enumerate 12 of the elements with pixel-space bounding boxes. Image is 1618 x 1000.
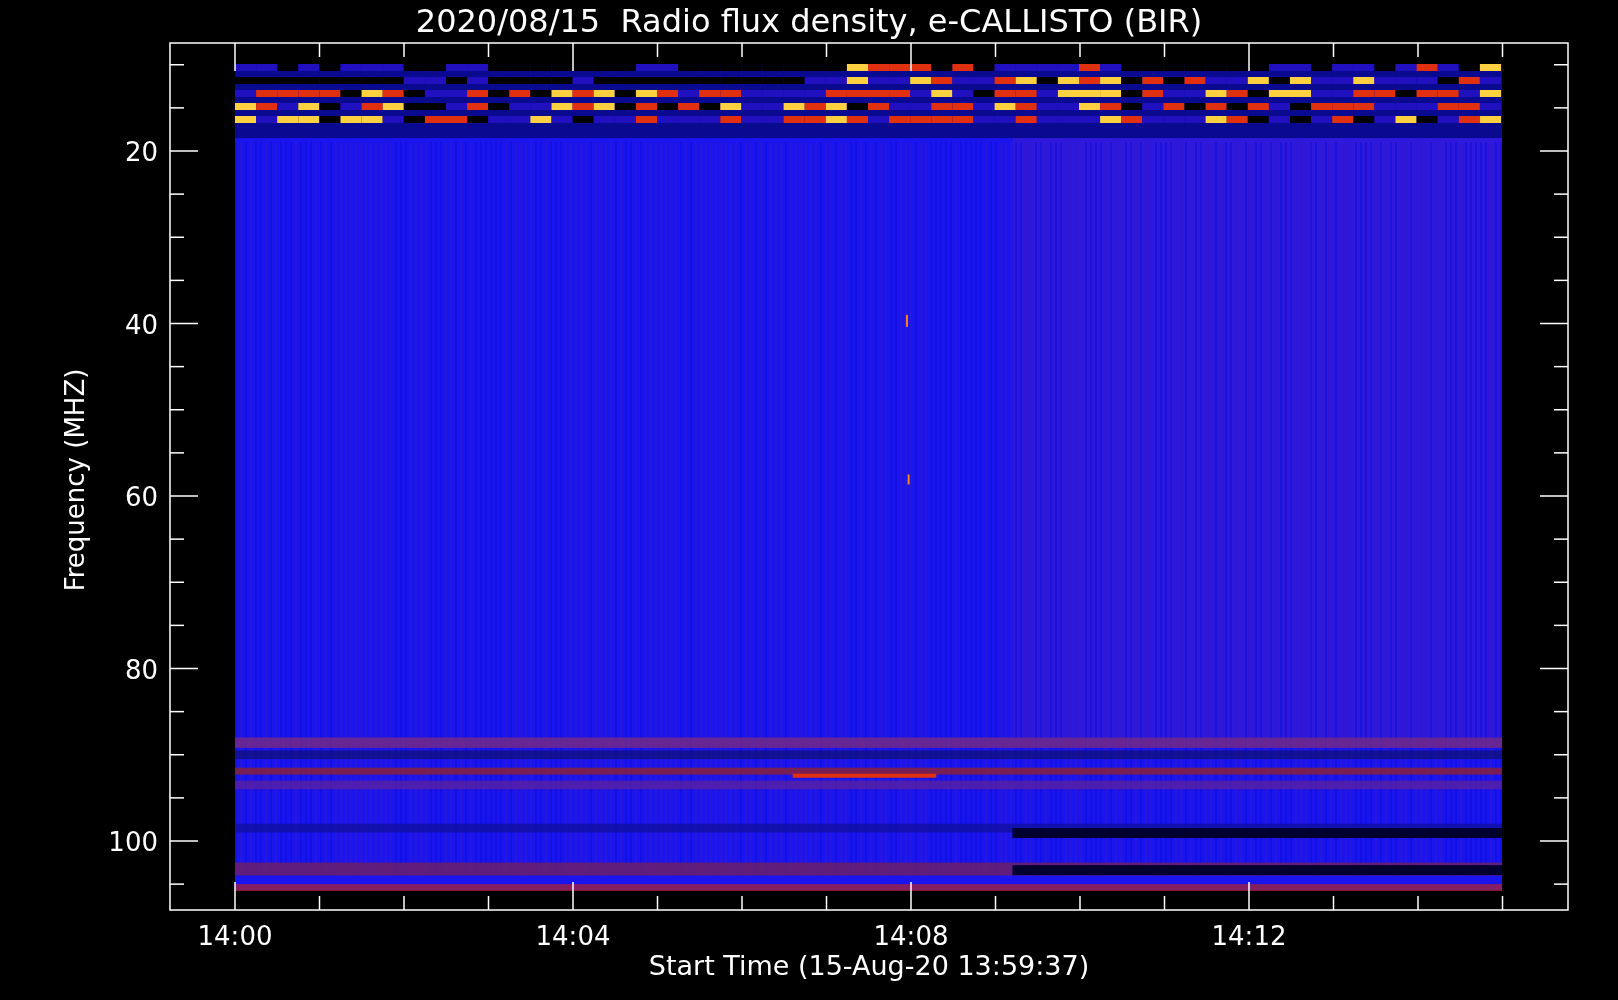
y-axis-label: Frequency (MHZ) <box>60 368 90 592</box>
y-tick-label: 80 <box>124 654 158 685</box>
x-axis-label: Start Time (15-Aug-20 13:59:37) <box>648 950 1090 981</box>
x-tick-label: 14:12 <box>1211 921 1287 951</box>
y-tick-label: 40 <box>124 309 158 340</box>
x-tick-label: 14:08 <box>873 921 949 951</box>
x-tick-label: 14:00 <box>197 921 273 951</box>
y-tick-label: 20 <box>124 137 158 167</box>
y-tick-label: 60 <box>124 482 158 512</box>
x-tick-label: 14:04 <box>535 921 611 951</box>
y-tick-label: 100 <box>108 827 158 857</box>
chart-title: 2020/08/15 Radio flux density, e-CALLISTO (BIR) <box>415 2 1203 40</box>
